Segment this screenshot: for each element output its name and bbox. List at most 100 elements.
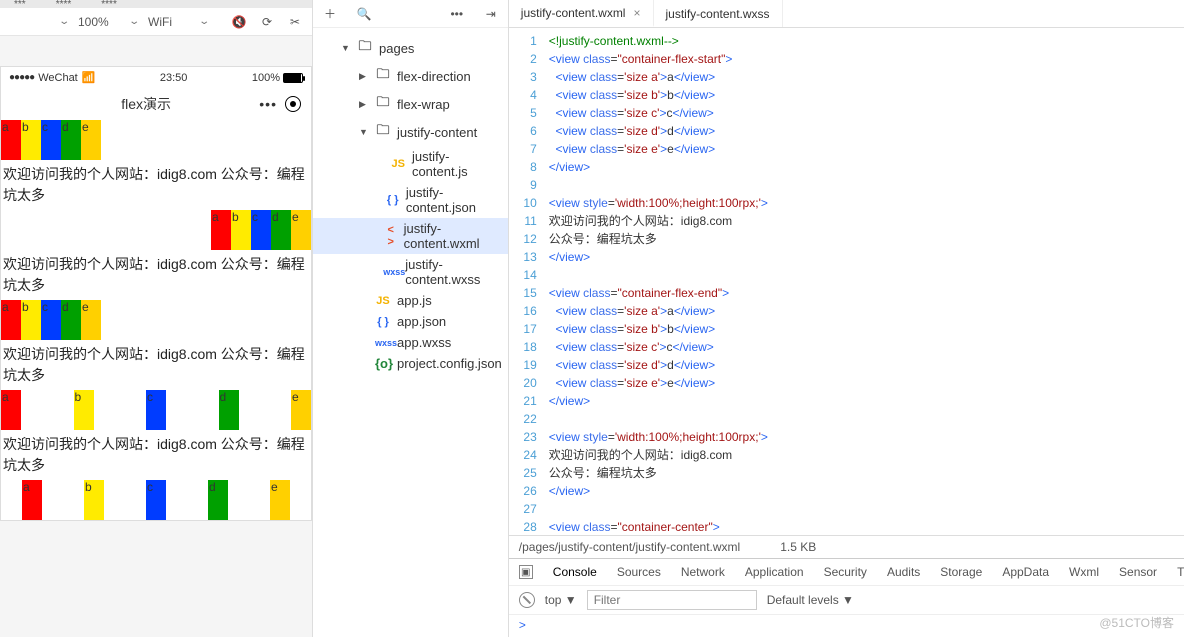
flex-row-start: abcde <box>1 300 311 340</box>
code-line: 8</view> <box>509 158 1184 176</box>
network-select[interactable]: WiFi⌄ <box>148 15 208 29</box>
file-app.wxss[interactable]: wxssapp.wxss <box>313 332 508 353</box>
box-c: c <box>146 390 166 430</box>
tree-toolbar: ＋ 🔍 ••• ⇥ <box>313 0 508 28</box>
file-app.js[interactable]: JSapp.js <box>313 290 508 311</box>
code-line: 11欢迎访问我的个人网站：idig8.com <box>509 212 1184 230</box>
folder-flex-wrap[interactable]: ▶🗀flex-wrap <box>313 90 508 118</box>
simulator-panel: *********** ⌄ 100%⌄ WiFi⌄ 🔇 ⟳ ✂ ●●●●●WeC… <box>0 0 313 637</box>
dt-tab-sensor[interactable]: Sensor <box>1119 565 1157 579</box>
collapse-icon[interactable]: ⇥ <box>482 5 500 23</box>
mute-icon[interactable]: 🔇 <box>230 13 248 31</box>
code-line: 19 <view class='size d'>d</view> <box>509 356 1184 374</box>
dt-tab-application[interactable]: Application <box>745 565 804 579</box>
code-line: 14 <box>509 266 1184 284</box>
box-e: e <box>270 480 290 520</box>
box-e: e <box>81 120 101 160</box>
code-line: 23<view style='width:100%;height:100rpx;… <box>509 428 1184 446</box>
close-capsule-icon[interactable] <box>285 96 301 112</box>
wifi-icon: 📶 <box>82 71 96 84</box>
status-path: /pages/justify-content/justify-content.w… <box>519 540 740 554</box>
close-icon[interactable]: × <box>633 6 640 20</box>
code-line: 4 <view class='size b'>b</view> <box>509 86 1184 104</box>
box-b: b <box>21 120 41 160</box>
box-a: a <box>1 300 21 340</box>
device-select[interactable]: ⌄ <box>8 16 68 27</box>
flex-row-start: abcde <box>1 120 311 160</box>
folder-justify-content[interactable]: ▼🗀justify-content <box>313 118 508 146</box>
tab-justify-content.wxss[interactable]: justify-content.wxss <box>654 0 783 27</box>
code-line: 24欢迎访问我的个人网站：idig8.com <box>509 446 1184 464</box>
flex-row-around: abcde <box>1 480 311 520</box>
code-line: 28<view class="container-center"> <box>509 518 1184 535</box>
battery-icon <box>283 73 303 83</box>
editor-body[interactable]: 1<!justify-content.wxml-->2<view class="… <box>509 28 1184 535</box>
clear-console-icon[interactable] <box>519 592 535 608</box>
file-tree[interactable]: ▼🗀pages▶🗀flex-direction▶🗀flex-wrap▼🗀just… <box>313 28 508 637</box>
file-justify-content.wxss[interactable]: wxssjustify-content.wxss <box>313 254 508 290</box>
code-line: 3 <view class='size a'>a</view> <box>509 68 1184 86</box>
code-line: 7 <view class='size e'>e</view> <box>509 140 1184 158</box>
scope-select[interactable]: top ▼ <box>545 593 577 607</box>
more-icon[interactable]: ••• <box>448 5 466 23</box>
menu-icon[interactable]: ••• <box>251 96 285 112</box>
cut-icon[interactable]: ✂ <box>286 13 304 31</box>
zoom-select[interactable]: 100%⌄ <box>78 15 138 29</box>
box-e: e <box>81 300 101 340</box>
dt-tab-wxml[interactable]: Wxml <box>1069 565 1099 579</box>
flex-row-between: a b c d e <box>1 390 311 430</box>
dt-tab-appdata[interactable]: AppData <box>1002 565 1049 579</box>
code-line: 2<view class="container-flex-start"> <box>509 50 1184 68</box>
box-c: c <box>251 210 271 250</box>
flex-row-end: abcde <box>1 210 311 250</box>
code-line: 17 <view class='size b'>b</view> <box>509 320 1184 338</box>
code-line: 12公众号：编程坑太多 <box>509 230 1184 248</box>
search-icon[interactable]: 🔍 <box>355 5 373 23</box>
dt-tab-audits[interactable]: Audits <box>887 565 920 579</box>
element-picker-icon[interactable]: ▣ <box>519 565 533 579</box>
dt-tab-security[interactable]: Security <box>824 565 867 579</box>
file-justify-content.js[interactable]: JSjustify-content.js <box>313 146 508 182</box>
file-justify-content.json[interactable]: { }justify-content.json <box>313 182 508 218</box>
filter-input[interactable] <box>587 590 757 610</box>
add-icon[interactable]: ＋ <box>321 5 339 23</box>
app-root: *********** ⌄ 100%⌄ WiFi⌄ 🔇 ⟳ ✂ ●●●●●WeC… <box>0 0 1184 637</box>
page-body: abcde欢迎访问我的个人网站：idig8.com 公众号：编程坑太多abcde… <box>1 120 311 520</box>
rotate-icon[interactable]: ⟳ <box>258 13 276 31</box>
folder-pages[interactable]: ▼🗀pages <box>313 34 508 62</box>
box-c: c <box>41 120 61 160</box>
dt-tab-network[interactable]: Network <box>681 565 725 579</box>
status-time: 23:50 <box>95 72 251 84</box>
box-a: a <box>1 390 21 430</box>
code-line: 22 <box>509 410 1184 428</box>
code-line: 5 <view class='size c'>c</view> <box>509 104 1184 122</box>
dt-tab-sources[interactable]: Sources <box>617 565 661 579</box>
code-line: 20 <view class='size e'>e</view> <box>509 374 1184 392</box>
code-line: 16 <view class='size a'>a</view> <box>509 302 1184 320</box>
sim-toolbar: ⌄ 100%⌄ WiFi⌄ 🔇 ⟳ ✂ <box>0 8 312 36</box>
box-d: d <box>61 120 81 160</box>
file-project.config.json[interactable]: {o}project.config.json <box>313 353 508 374</box>
box-c: c <box>146 480 166 520</box>
file-justify-content.wxml[interactable]: < >justify-content.wxml <box>313 218 508 254</box>
devtools-tabs: ▣ Console Sources Network Application Securi… <box>509 559 1184 586</box>
levels-select[interactable]: Default levels ▼ <box>767 593 854 607</box>
code-line: 9 <box>509 176 1184 194</box>
console-prompt[interactable]: > <box>509 615 1184 637</box>
dt-tab-storage[interactable]: Storage <box>940 565 982 579</box>
box-b: b <box>74 390 94 430</box>
box-d: d <box>219 390 239 430</box>
dt-tab-trace[interactable]: Trace <box>1177 565 1184 579</box>
folder-flex-direction[interactable]: ▶🗀flex-direction <box>313 62 508 90</box>
box-d: d <box>61 300 81 340</box>
dt-tab-console[interactable]: Console <box>553 565 597 579</box>
code-line: 15<view class="container-flex-end"> <box>509 284 1184 302</box>
desc-text: 欢迎访问我的个人网站：idig8.com 公众号：编程坑太多 <box>1 430 311 480</box>
file-app.json[interactable]: { }app.json <box>313 311 508 332</box>
page-title: flex演示 <box>41 94 251 114</box>
box-b: b <box>231 210 251 250</box>
box-e: e <box>291 390 311 430</box>
box-a: a <box>211 210 231 250</box>
console-filter-bar: top ▼ Default levels ▼ <box>509 586 1184 615</box>
tab-justify-content.wxml[interactable]: justify-content.wxml× <box>509 0 654 27</box>
